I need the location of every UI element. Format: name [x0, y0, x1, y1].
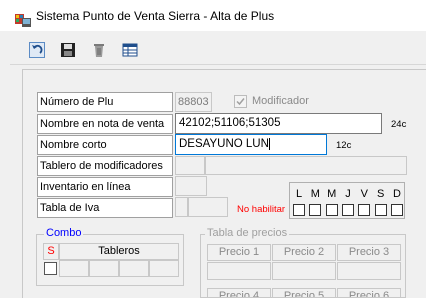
tablero-mod-field — [205, 156, 407, 175]
nombre-nota-limit: 24c — [391, 119, 407, 130]
tablero-mod-label: Tablero de modificadores — [37, 156, 173, 176]
app-icon — [15, 11, 31, 27]
day-label-v: V — [360, 188, 368, 200]
days-checkboxes — [293, 204, 403, 217]
delete-icon — [91, 42, 107, 61]
day-checkbox-d[interactable] — [390, 204, 403, 216]
day-checkbox-m2[interactable] — [325, 204, 338, 216]
table-icon — [122, 42, 138, 61]
combo-title: Combo — [44, 227, 84, 239]
table-button[interactable] — [118, 40, 142, 62]
precio-1-field[interactable] — [207, 262, 271, 280]
days-header: L M M J V S D — [293, 188, 403, 202]
combo-col-tableros: Tableros — [59, 243, 179, 260]
precio-2-field[interactable] — [272, 262, 336, 280]
combo-s-checkbox[interactable] — [44, 262, 57, 275]
undo-icon — [29, 41, 45, 61]
day-label-d: D — [392, 188, 401, 200]
day-checkbox-l[interactable] — [293, 204, 305, 216]
save-button[interactable] — [56, 40, 80, 62]
nombre-corto-limit: 12c — [336, 140, 352, 151]
toolbar-divider — [10, 64, 426, 65]
numero-plu-field: 88803 — [175, 92, 212, 112]
precio-3-field[interactable] — [337, 262, 401, 280]
day-label-l: L — [295, 188, 303, 200]
tablero-mod-button[interactable] — [175, 156, 205, 175]
text-caret — [268, 137, 270, 150]
modificador-checkbox[interactable] — [234, 95, 247, 108]
tabla-iva-field — [188, 197, 228, 217]
day-label-j: J — [345, 188, 351, 200]
precio-3-header: Precio 3 — [337, 244, 401, 261]
window-title: Sistema Punto de Venta Sierra - Alta de … — [36, 9, 275, 23]
undo-button[interactable] — [25, 40, 49, 62]
nombre-corto-input[interactable]: DESAYUNO LUN — [175, 134, 327, 155]
tabla-iva-button[interactable] — [175, 197, 188, 217]
day-label-s: S — [376, 188, 385, 200]
combo-cell[interactable] — [149, 260, 179, 277]
no-habilitar-label: No habilitar — [237, 204, 286, 215]
nombre-nota-input[interactable]: 42102;51106;51305 — [175, 113, 382, 134]
title-bar: Sistema Punto de Venta Sierra - Alta de … — [0, 0, 426, 31]
inventario-label: Inventario en línea — [37, 177, 173, 197]
numero-plu-label: Número de Plu — [37, 92, 173, 112]
combo-cell[interactable] — [59, 260, 89, 277]
precio-4-header: Precio 4 — [207, 288, 271, 298]
combo-col-s: S — [43, 243, 59, 260]
day-checkbox-m1[interactable] — [309, 204, 322, 216]
tabla-iva-label: Tabla de Iva — [37, 198, 173, 218]
day-label-m1: M — [310, 188, 320, 200]
combo-cell[interactable] — [119, 260, 149, 277]
nombre-corto-label: Nombre corto — [37, 135, 173, 155]
day-checkbox-j[interactable] — [341, 204, 354, 216]
precio-1-header: Precio 1 — [207, 244, 271, 261]
combo-cell[interactable] — [89, 260, 119, 277]
day-checkbox-s[interactable] — [374, 204, 387, 216]
day-label-m2: M — [327, 188, 337, 200]
delete-button[interactable] — [87, 40, 111, 62]
day-checkbox-v[interactable] — [358, 204, 371, 216]
nombre-corto-value: DESAYUNO LUN — [179, 138, 269, 150]
precio-2-header: Precio 2 — [272, 244, 336, 261]
save-icon — [60, 42, 76, 61]
inventario-field[interactable] — [175, 176, 207, 196]
precio-6-header: Precio 6 — [337, 288, 401, 298]
precio-5-header: Precio 5 — [272, 288, 336, 298]
modificador-label: Modificador — [252, 95, 309, 107]
nombre-nota-label: Nombre en nota de venta — [37, 114, 173, 134]
precios-title: Tabla de precios — [205, 227, 290, 239]
check-icon — [236, 98, 245, 106]
